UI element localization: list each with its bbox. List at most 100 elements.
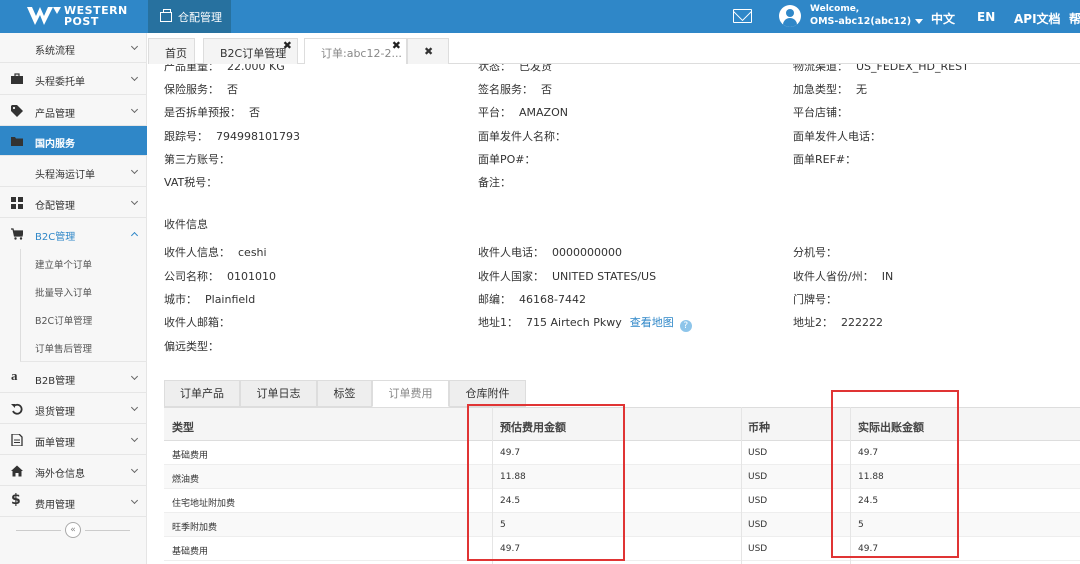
chevron-up-icon	[130, 231, 139, 240]
field-state: 收件人省份/州： IN	[793, 270, 894, 283]
field-address1: 地址1： 715 Airtech Pkwy 查看地图?	[478, 314, 692, 332]
chevron-down-icon	[130, 105, 139, 114]
tab-home[interactable]: 首页	[148, 38, 195, 64]
sidebar-item-b2b[interactable]: a B2B管理	[0, 362, 147, 393]
sidebar-item-domestic[interactable]: 国内服务	[0, 126, 147, 156]
field-company: 公司名称： 0101010	[164, 270, 276, 283]
sidebar-item-label: 国内服务	[35, 139, 75, 150]
field-third-party: 第三方账号：	[164, 153, 230, 166]
field-recipient-phone: 收件人电话： 0000000000	[478, 246, 622, 259]
tag-icon	[11, 105, 23, 117]
field-address2: 地址2： 222222	[793, 316, 883, 329]
sidebar-item-label: B2C管理	[35, 232, 76, 243]
field-country: 收件人国家： UNITED STATES/US	[478, 270, 657, 283]
sidebar-item-system-flow[interactable]: 系统流程	[0, 33, 147, 63]
sidebar-item-overseas-warehouse[interactable]: 海外仓信息	[0, 455, 147, 486]
field-tracking: 跟踪号： 794998101793	[164, 130, 300, 143]
submenu-item-bulk-import[interactable]: 批量导入订单	[20, 277, 147, 305]
tab-labels[interactable]: 标签	[317, 380, 372, 407]
page-tabs: 首页 B2C订单管理 ✖ 订单:abc12-2... ✖ ✖	[148, 37, 1080, 64]
field-zip: 邮编： 46168-7442	[478, 293, 586, 306]
field-recipient-name: 收件人信息： ceshi	[164, 246, 267, 259]
sidebar-item-label: 产品管理	[35, 109, 75, 120]
close-icon[interactable]: ✖	[392, 39, 401, 52]
submenu-item-after-sales[interactable]: 订单售后管理	[20, 333, 147, 362]
field-sender-phone: 面单发件人电话：	[793, 130, 881, 143]
field-remote-type: 偏远类型：	[164, 340, 219, 353]
chevron-down-icon	[130, 403, 139, 412]
sidebar-item-sea-orders[interactable]: 头程海运订单	[0, 156, 147, 187]
field-remark: 备注：	[478, 176, 511, 189]
logo-text-line2: POST	[64, 15, 99, 28]
field-city: 城市： Plainfield	[164, 293, 256, 306]
field-signature: 签名服务：否	[478, 83, 552, 96]
field-channel: 物流渠道： US_FEDEX_HD_REST	[793, 64, 969, 73]
chevron-down-icon	[130, 372, 139, 381]
field-po: 面单PO#：	[478, 153, 536, 166]
lang-zh-link[interactable]: 中文	[931, 10, 955, 27]
username: OMS-abc12(abc12)	[810, 16, 923, 27]
help-link[interactable]: 帮	[1069, 10, 1080, 27]
sidebar-item-label: 头程委托单	[35, 77, 85, 88]
field-split: 是否拆单预报：否	[164, 106, 260, 119]
field-status: 状态： 已发货	[478, 64, 552, 73]
field-extension: 分机号：	[793, 246, 837, 259]
welcome-text: Welcome,	[810, 4, 860, 14]
tab-label: 首页	[165, 47, 187, 60]
chevron-down-icon	[130, 197, 139, 206]
submenu-item-b2c-orders[interactable]: B2C订单管理	[20, 305, 147, 333]
sidebar-item-label: 退货管理	[35, 407, 75, 418]
sidebar-item-label: 海外仓信息	[35, 469, 85, 480]
tab-order-log[interactable]: 订单日志	[240, 380, 317, 407]
amazon-icon: a	[11, 368, 18, 383]
column-divider	[741, 407, 742, 564]
brand-logo[interactable]: WESTERN POST	[27, 5, 137, 29]
sidebar-item-label: B2B管理	[35, 376, 76, 387]
sidebar-item-label: 头程海运订单	[35, 170, 95, 181]
tab-order-detail[interactable]: 订单:abc12-2... ✖	[304, 38, 407, 64]
view-map-link[interactable]: 查看地图	[630, 316, 674, 329]
sidebar-collapse-button[interactable]: «	[16, 522, 130, 538]
logo-w-icon	[27, 7, 61, 25]
close-icon[interactable]: ✖	[283, 39, 292, 52]
chevron-down-icon	[130, 496, 139, 505]
sidebar-item-label: 费用管理	[35, 500, 75, 511]
user-menu[interactable]: Welcome, OMS-abc12(abc12)	[779, 4, 919, 30]
api-docs-link[interactable]: API文档	[1014, 10, 1061, 27]
close-all-tabs-button[interactable]: ✖	[407, 38, 449, 64]
sidebar-item-returns[interactable]: 退货管理	[0, 393, 147, 424]
mail-icon[interactable]	[733, 9, 752, 23]
tab-warehouse-attachments[interactable]: 仓库附件	[449, 380, 526, 407]
tab-b2c-orders[interactable]: B2C订单管理 ✖	[203, 38, 298, 64]
sidebar-item-label: 仓配管理	[35, 201, 75, 212]
undo-icon	[11, 403, 23, 415]
field-surcharge-type: 加急类型：无	[793, 83, 867, 96]
field-insurance: 保险服务：否	[164, 83, 238, 96]
field-store: 平台店铺：	[793, 106, 848, 119]
highlight-box-estimated	[467, 404, 625, 561]
tab-order-fees[interactable]: 订单费用	[372, 380, 449, 407]
field-weight: 产品重量： 22.000 KG	[164, 64, 285, 73]
module-tab-warehouse[interactable]: 仓配管理	[148, 0, 231, 33]
sidebar-item-products[interactable]: 产品管理	[0, 95, 147, 126]
sidebar-item-labels[interactable]: 面单管理	[0, 424, 147, 455]
help-icon[interactable]: ?	[679, 320, 692, 332]
lang-en-link[interactable]: EN	[977, 10, 995, 24]
tab-label: 订单:abc12-2...	[321, 47, 402, 60]
chevron-down-icon	[130, 465, 139, 474]
tab-order-products[interactable]: 订单产品	[164, 380, 240, 407]
sidebar-item-b2c[interactable]: B2C管理	[0, 218, 147, 249]
tab-label: B2C订单管理	[220, 47, 287, 60]
chevron-down-icon	[130, 73, 139, 82]
folder-icon	[11, 137, 23, 146]
field-vat: VAT税号：	[164, 176, 218, 189]
column-header-type: 类型	[172, 421, 194, 434]
cart-icon	[11, 228, 23, 240]
sidebar-item-warehouse[interactable]: 仓配管理	[0, 187, 147, 218]
sidebar-item-fees[interactable]: $ 费用管理	[0, 486, 147, 517]
module-tab-label: 仓配管理	[178, 10, 222, 24]
submenu-item-create-order[interactable]: 建立单个订单	[20, 249, 147, 277]
field-platform: 平台： AMAZON	[478, 106, 568, 119]
briefcase-icon	[160, 8, 172, 22]
sidebar-item-first-leg[interactable]: 头程委托单	[0, 63, 147, 95]
